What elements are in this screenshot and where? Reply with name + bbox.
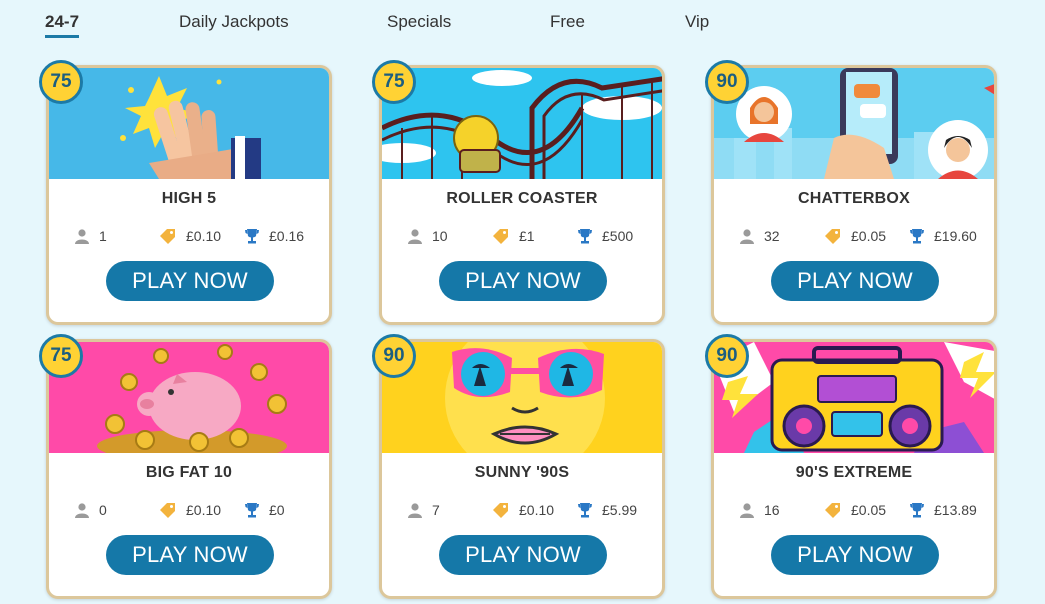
tag-icon [824,502,842,518]
tag-icon [159,502,177,518]
jackpot-prize: £5.99 [577,502,637,518]
ticket-price: £0.10 [159,228,221,244]
tab-specials[interactable]: Specials [387,12,451,32]
game-title: HIGH 5 [161,190,217,207]
trophy-icon [577,502,593,518]
game-title: SUNNY '90S [474,464,570,481]
big-fat-10-artwork [49,342,329,453]
room-category-tabs: 24-7 Daily Jackpots Specials Free Vip [0,0,1045,44]
tag-icon [492,228,510,244]
game-card-roller-coaster[interactable]: ROLLER COASTER 10 £1 £500 PLAY NOW [379,65,665,325]
ball-count-badge: 75 [39,334,83,378]
game-card-big-fat-10[interactable]: BIG FAT 10 0 £0.10 £0 PLAY NOW [46,339,332,599]
game-stats: 0 £0.10 £0 [49,502,329,522]
tab-vip[interactable]: Vip [685,12,709,32]
game-stats: 16 £0.05 £13.89 [714,502,994,522]
ball-count-badge: 90 [705,60,749,104]
players-count: 16 [739,502,780,518]
ball-count-badge: 75 [372,60,416,104]
game-card-sunny-90s[interactable]: SUNNY '90S 7 £0.10 £5.99 PLAY NOW [379,339,665,599]
players-count: 10 [407,228,448,244]
trophy-icon [244,502,260,518]
game-title: 90'S EXTREME [795,464,913,481]
play-now-button[interactable]: PLAY NOW [106,535,274,575]
tag-icon [824,228,842,244]
game-stats: 10 £1 £500 [382,228,662,248]
trophy-icon [577,228,593,244]
tab-daily-jackpots[interactable]: Daily Jackpots [179,12,289,32]
play-now-button[interactable]: PLAY NOW [771,535,939,575]
game-stats: 7 £0.10 £5.99 [382,502,662,522]
jackpot-prize: £500 [577,228,633,244]
person-icon [739,502,755,518]
tag-icon [492,502,510,518]
tab-free[interactable]: Free [550,12,585,32]
ticket-price: £0.05 [824,228,886,244]
players-count: 0 [74,502,107,518]
chatterbox-artwork [714,68,994,179]
game-card-chatterbox[interactable]: CHATTERBOX 32 £0.05 £19.60 PLAY NOW [711,65,997,325]
trophy-icon [909,228,925,244]
person-icon [407,228,423,244]
ticket-price: £0.10 [159,502,221,518]
play-now-button[interactable]: PLAY NOW [771,261,939,301]
tag-icon [159,228,177,244]
ticket-price: £0.10 [492,502,554,518]
trophy-icon [909,502,925,518]
play-now-button[interactable]: PLAY NOW [106,261,274,301]
game-stats: 32 £0.05 £19.60 [714,228,994,248]
jackpot-prize: £19.60 [909,228,977,244]
players-count: 1 [74,228,107,244]
person-icon [407,502,423,518]
ticket-price: £1 [492,228,535,244]
trophy-icon [244,228,260,244]
ticket-price: £0.05 [824,502,886,518]
90s-extreme-artwork [714,342,994,453]
play-now-button[interactable]: PLAY NOW [439,535,607,575]
game-title: CHATTERBOX [798,190,910,207]
game-card-90s-extreme[interactable]: 90'S EXTREME 16 £0.05 £13.89 PLAY NOW [711,339,997,599]
game-card-high-5[interactable]: HIGH 5 1 £0.10 £0.16 PLAY NOW [46,65,332,325]
play-now-button[interactable]: PLAY NOW [439,261,607,301]
jackpot-prize: £0 [244,502,285,518]
players-count: 32 [739,228,780,244]
roller-coaster-artwork [382,68,662,179]
players-count: 7 [407,502,440,518]
person-icon [74,502,90,518]
ball-count-badge: 90 [705,334,749,378]
sunny-90s-artwork [382,342,662,453]
jackpot-prize: £0.16 [244,228,304,244]
jackpot-prize: £13.89 [909,502,977,518]
game-stats: 1 £0.10 £0.16 [49,228,329,248]
person-icon [74,228,90,244]
game-title: ROLLER COASTER [446,190,598,207]
person-icon [739,228,755,244]
ball-count-badge: 75 [39,60,83,104]
high-5-artwork [49,68,329,179]
ball-count-badge: 90 [372,334,416,378]
tab-24-7[interactable]: 24-7 [45,12,80,38]
game-title: BIG FAT 10 [145,464,233,481]
